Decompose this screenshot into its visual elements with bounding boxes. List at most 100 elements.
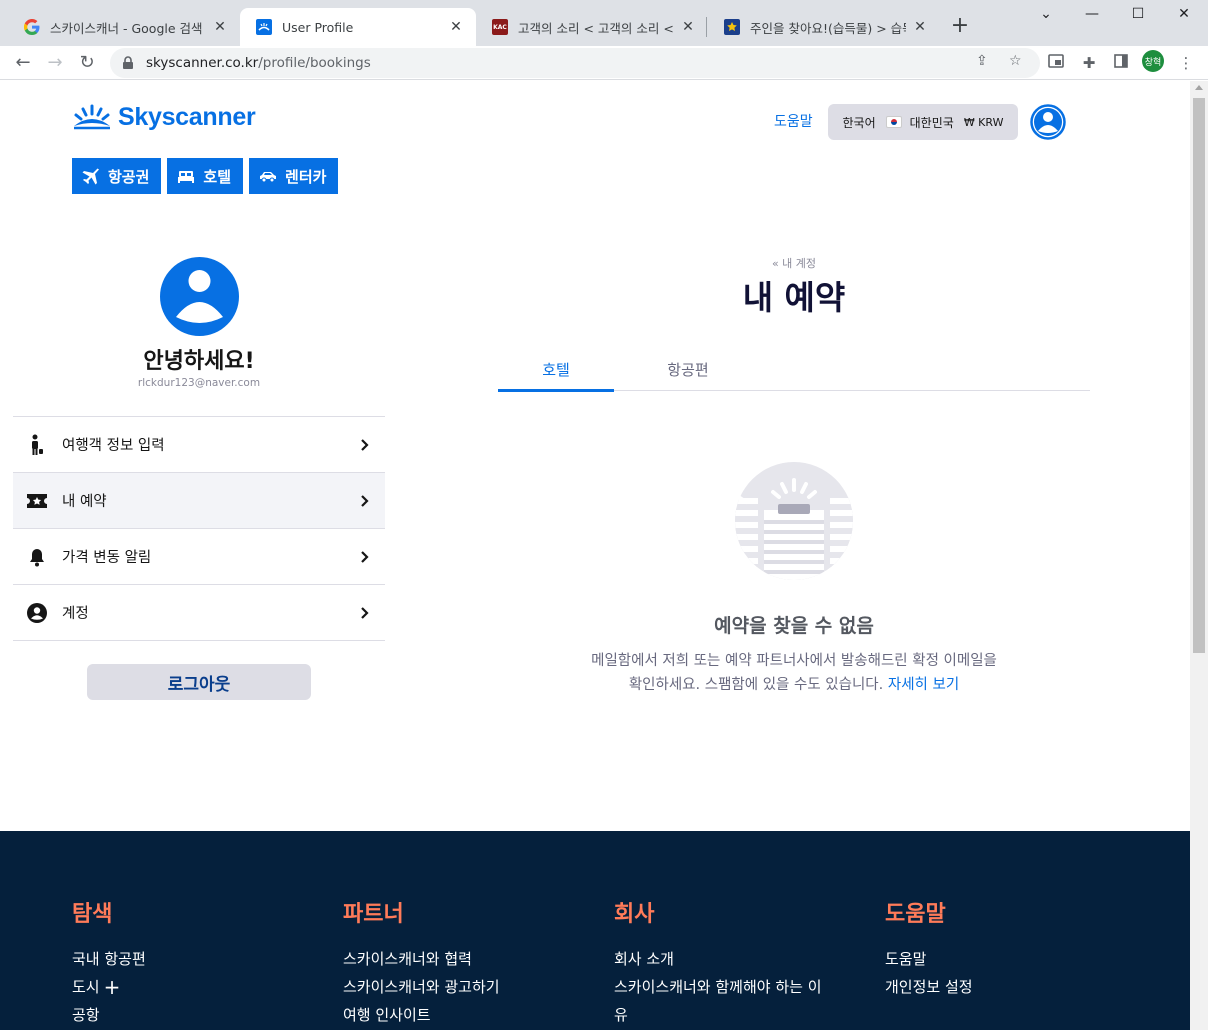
footer-link-cities[interactable]: 도시 + (72, 973, 146, 1001)
browser-tab[interactable]: KAC 고객의 소리 < 고객의 소리 < 고 ✕ (476, 8, 708, 46)
browser-tab-active[interactable]: User Profile ✕ (240, 8, 476, 46)
account-menu: 여행객 정보 입력 내 예약 가격 변동 알림 계정 (13, 416, 385, 641)
scrollbar-thumb[interactable] (1193, 98, 1205, 653)
maximize-icon[interactable]: ☐ (1128, 6, 1148, 22)
chevron-right-icon (361, 606, 369, 619)
account-icon (25, 601, 49, 625)
footer-column-explore: 탐색 국내 항공편 도시 + 공항 (72, 899, 146, 1029)
bookmark-star-icon[interactable]: ☆ (1009, 53, 1022, 69)
footer-link-label: 도시 (72, 978, 100, 996)
footer-heading: 도움말 (885, 902, 946, 927)
menu-item-label: 계정 (62, 606, 89, 622)
language-label: 한국어 (842, 115, 876, 130)
traveller-icon (25, 433, 49, 457)
footer-link[interactable]: 국내 항공편 (72, 945, 146, 973)
close-tab-icon[interactable]: ✕ (448, 19, 464, 35)
extensions-icon[interactable]: ✚ (1078, 52, 1100, 74)
kebab-menu-icon[interactable]: ⋮ (1175, 52, 1197, 74)
forward-icon[interactable]: → (42, 50, 68, 76)
share-icon[interactable]: ⇪ (976, 53, 988, 69)
greeting-heading: 안녕하세요! (143, 349, 255, 374)
country-label: 대한민국 (909, 115, 954, 130)
empty-state-description: 메일함에서 저희 또는 예약 파트너사에서 발송해드린 확정 이메일을 확인하세… (588, 649, 1000, 697)
footer-heading: 탐색 (72, 902, 113, 927)
bookings-tabs: 호텔 항공편 (498, 347, 1090, 392)
locale-selector-button[interactable]: 한국어 대한민국 ₩ KRW (828, 104, 1018, 140)
google-icon (24, 19, 40, 35)
close-tab-icon[interactable]: ✕ (212, 19, 228, 35)
footer-link[interactable]: 유 (614, 1001, 822, 1029)
hotels-nav-button[interactable]: 호텔 (167, 158, 244, 194)
tab-search-icon[interactable]: ⌄ (1036, 6, 1056, 22)
menu-item-label: 내 예약 (62, 494, 107, 510)
help-link[interactable]: 도움말 (774, 111, 813, 131)
minimize-icon[interactable]: — (1082, 6, 1102, 22)
scroll-up-arrow-icon[interactable] (1195, 85, 1203, 90)
expand-plus-icon[interactable]: + (104, 973, 121, 1001)
chevron-right-icon (361, 494, 369, 507)
browser-tabstrip: 스카이스캐너 - Google 검색 ✕ User Profile ✕ KAC … (0, 0, 1208, 46)
car-hire-nav-button[interactable]: 렌터카 (249, 158, 339, 194)
ticket-icon (25, 489, 49, 513)
tab-title: 주인을 찾아요!(습득물) > 습득 (750, 20, 906, 36)
browser-tab[interactable]: 스카이스캐너 - Google 검색 ✕ (8, 8, 240, 46)
menu-item-label: 여행객 정보 입력 (62, 438, 165, 454)
browser-profile-avatar[interactable]: 창혁 (1142, 50, 1164, 72)
picture-in-picture-icon[interactable] (1045, 52, 1067, 74)
new-tab-icon[interactable]: + (948, 14, 972, 38)
product-nav: 항공권 호텔 렌터카 (72, 158, 339, 194)
skyscanner-icon (256, 19, 272, 35)
hotels-label: 호텔 (203, 167, 232, 186)
menu-item-label: 가격 변동 알림 (62, 550, 152, 566)
reload-icon[interactable]: ↻ (74, 50, 100, 76)
logo-text: Skyscanner (118, 103, 256, 131)
breadcrumb[interactable]: « 내 계정 (498, 255, 1090, 271)
browser-tab[interactable]: 주인을 찾아요!(습득물) > 습득 ✕ (708, 8, 940, 46)
footer-link[interactable]: 스카이스캐너와 협력 (343, 945, 500, 973)
footer-column-partners: 파트너 스카이스캐너와 협력 스카이스캐너와 광고하기 여행 인사이트 (343, 899, 500, 1029)
footer-column-company: 회사 회사 소개 스카이스캐너와 함께해야 하는 이 유 (614, 899, 822, 1029)
skyscanner-logo[interactable]: Skyscanner (72, 103, 256, 132)
tab-title: 스카이스캐너 - Google 검색 (50, 20, 203, 36)
side-panel-icon[interactable] (1110, 52, 1132, 74)
footer-column-help: 도움말 도움말 개인정보 설정 (885, 899, 973, 1001)
page-scrollbar[interactable] (1190, 81, 1208, 1030)
back-icon[interactable]: ← (10, 50, 36, 76)
address-bar[interactable]: skyscanner.co.kr/profile/bookings (110, 48, 1040, 78)
bell-icon (25, 545, 49, 569)
close-window-icon[interactable]: ✕ (1174, 6, 1194, 22)
footer-link[interactable]: 공항 (72, 1001, 146, 1029)
page-content: Skyscanner 도움말 한국어 대한민국 ₩ KRW 항공권 호텔 렌터카 (0, 81, 1190, 1030)
footer-link[interactable]: 여행 인사이트 (343, 1001, 500, 1029)
footer-link[interactable]: 개인정보 설정 (885, 973, 973, 1001)
menu-item-price-alerts[interactable]: 가격 변동 알림 (13, 529, 385, 585)
close-tab-icon[interactable]: ✕ (912, 19, 928, 35)
korea-flag-icon (885, 116, 902, 128)
flights-label: 항공권 (108, 167, 150, 186)
menu-item-account[interactable]: 계정 (13, 585, 385, 641)
skyscanner-logo-icon (74, 104, 110, 129)
account-avatar-icon[interactable] (1030, 104, 1066, 140)
learn-more-link[interactable]: 자세히 보기 (888, 677, 959, 693)
chevron-right-icon (361, 438, 369, 451)
flights-nav-button[interactable]: 항공권 (72, 158, 162, 194)
chevron-right-icon (361, 550, 369, 563)
menu-item-my-bookings[interactable]: 내 예약 (13, 473, 385, 529)
footer-link[interactable]: 회사 소개 (614, 945, 822, 973)
logout-button[interactable]: 로그아웃 (87, 664, 311, 700)
tab-hotels[interactable]: 호텔 (498, 347, 614, 392)
menu-item-traveller-details[interactable]: 여행객 정보 입력 (13, 417, 385, 473)
browser-toolbar: ← → ↻ skyscanner.co.kr/profile/bookings … (0, 46, 1208, 80)
close-tab-icon[interactable]: ✕ (680, 19, 696, 35)
tab-title: 고객의 소리 < 고객의 소리 < 고 (518, 20, 674, 36)
profile-avatar-icon (160, 257, 239, 336)
site-footer: 탐색 국내 항공편 도시 + 공항 파트너 스카이스캐너와 협력 스카이스캐너와 … (0, 831, 1190, 1030)
footer-link[interactable]: 스카이스캐너와 광고하기 (343, 973, 500, 1001)
tab-flights[interactable]: 항공편 (630, 347, 746, 391)
tab-title: User Profile (282, 19, 354, 35)
footer-link[interactable]: 도움말 (885, 945, 973, 973)
footer-heading: 회사 (614, 902, 655, 927)
kac-icon: KAC (492, 19, 508, 35)
bed-icon (178, 171, 195, 183)
footer-link[interactable]: 스카이스캐너와 함께해야 하는 이 (614, 973, 822, 1001)
